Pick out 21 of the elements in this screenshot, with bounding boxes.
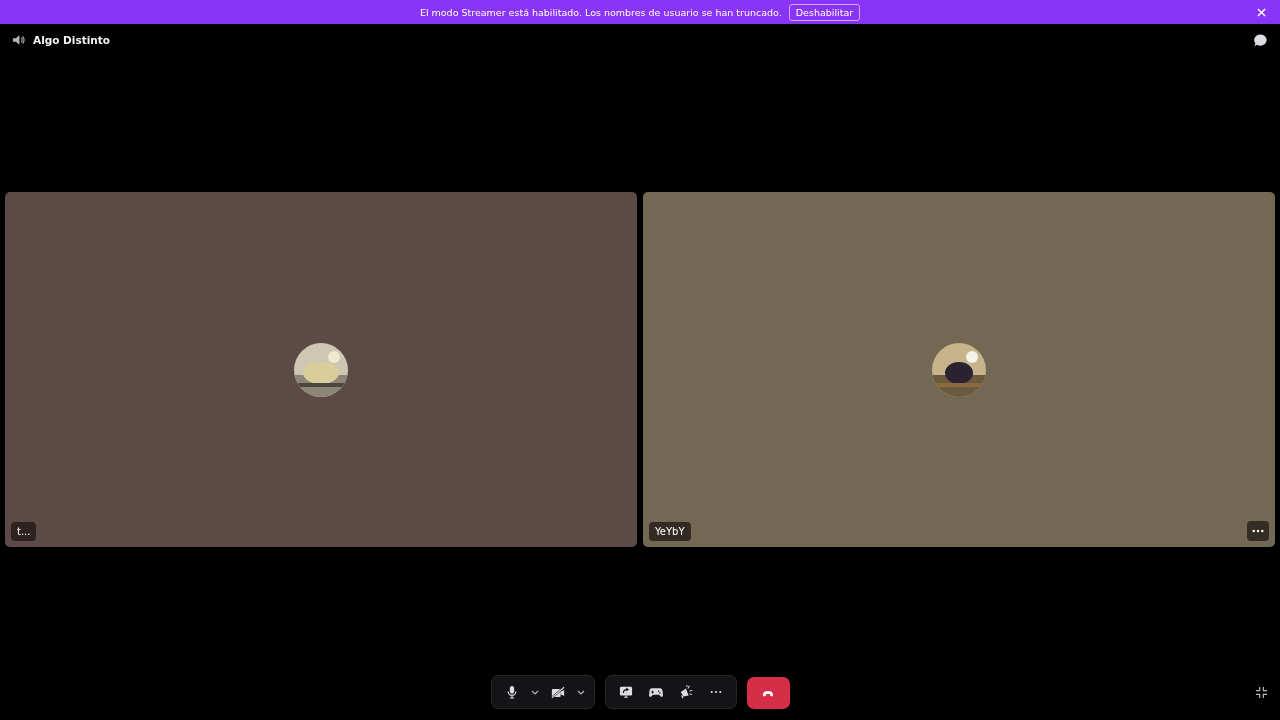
- phone-icon: [762, 689, 774, 697]
- chat-icon[interactable]: [1253, 32, 1268, 48]
- speaker-icon: [12, 34, 25, 46]
- more-options-button[interactable]: [1247, 521, 1269, 541]
- exit-fullscreen-icon[interactable]: [1255, 686, 1268, 699]
- video-tile[interactable]: YeYbY: [643, 192, 1275, 547]
- disable-button[interactable]: Deshabilitar: [788, 3, 861, 21]
- more-icon: [709, 690, 722, 694]
- close-icon[interactable]: [1257, 8, 1266, 17]
- screen-share-icon: [618, 685, 633, 699]
- gamepad-icon: [648, 686, 663, 698]
- disconnect-button[interactable]: [746, 677, 790, 709]
- camera-icon: [550, 685, 565, 699]
- microphone-icon: [505, 685, 518, 699]
- video-tile[interactable]: t...: [5, 192, 637, 547]
- participant-name: YeYbY: [649, 522, 691, 541]
- more-icon: [1252, 529, 1264, 533]
- participant-name: t...: [11, 522, 37, 541]
- banner-message: El modo Streamer está habilitado. Los nombres de usuario se han truncado.: [419, 6, 782, 18]
- soundboard-icon: [678, 685, 693, 699]
- channel-name: Algo Distinto: [33, 34, 110, 46]
